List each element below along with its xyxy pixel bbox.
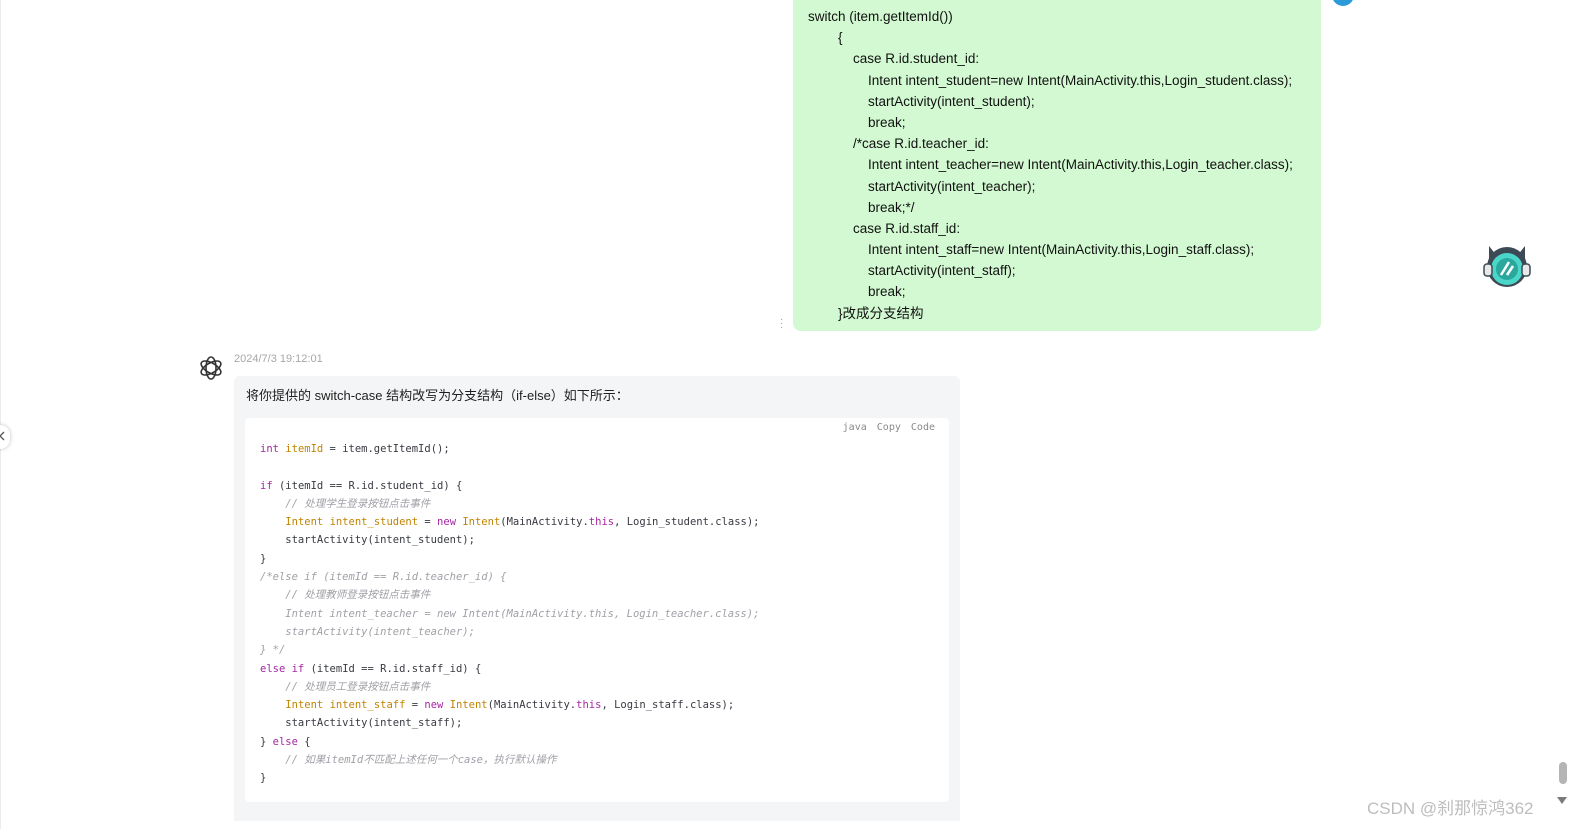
user-message-line: startActivity(intent_staff); bbox=[808, 263, 1016, 279]
code-line: int itemId = item.getItemId(); bbox=[260, 443, 450, 455]
user-message-line: startActivity(intent_student); bbox=[808, 93, 1035, 109]
code-line: Intent intent_staff = new Intent(MainAct… bbox=[285, 699, 735, 712]
code-language-label: java bbox=[842, 422, 867, 433]
code-line: Intent intent_student = new Intent(MainA… bbox=[285, 516, 760, 529]
user-message-line: /*case R.id.teacher_id: bbox=[808, 136, 989, 152]
watermark-text: CSDN @刹那惊鸿362 bbox=[1367, 799, 1534, 818]
code-line: startActivity(intent_staff); bbox=[260, 717, 463, 730]
copy-button[interactable]: Copy bbox=[877, 422, 901, 433]
mascot-avatar-icon[interactable] bbox=[1481, 240, 1533, 290]
code-line: } */ bbox=[260, 644, 286, 657]
chatgpt-logo-icon bbox=[200, 356, 222, 380]
code-label: Code bbox=[910, 422, 935, 433]
assistant-intro-text: 将你提供的 switch-case 结构改写为分支结构（if-else）如下所示… bbox=[246, 388, 629, 403]
scrollbar-thumb[interactable] bbox=[1559, 762, 1567, 784]
scroll-down-arrow[interactable] bbox=[1557, 797, 1567, 804]
code-line: startActivity(intent_teacher); bbox=[260, 625, 475, 638]
left-border bbox=[0, 0, 1, 829]
code-line: else if (itemId == R.id.staff_id) { bbox=[260, 662, 482, 675]
code-content: int itemId = item.getItemId(); if (itemI… bbox=[260, 440, 760, 788]
assistant-message-card: 将你提供的 switch-case 结构改写为分支结构（if-else）如下所示… bbox=[234, 376, 960, 821]
user-message-line: { bbox=[808, 30, 843, 46]
code-line: // 处理学生登录按钮点击事件 bbox=[285, 497, 431, 510]
user-message-line: Intent intent_student=new Intent(MainAct… bbox=[808, 72, 1293, 88]
more-dots-icon[interactable]: · · · bbox=[780, 315, 784, 333]
code-line: } bbox=[260, 552, 267, 565]
collapse-arrow-icon bbox=[0, 431, 5, 441]
code-line: } bbox=[260, 772, 267, 785]
code-line: } else { bbox=[260, 735, 311, 748]
code-line: /*else if (itemId == R.id.teacher_id) { bbox=[260, 571, 507, 584]
code-block: java Copy Code int itemId = item.getItem… bbox=[245, 418, 949, 802]
user-message-line: break; bbox=[808, 284, 906, 300]
code-line: Intent intent_teacher = new Intent(MainA… bbox=[260, 607, 760, 620]
user-message-line: switch (item.getItemId()) bbox=[808, 9, 953, 24]
user-message-line: break;*/ bbox=[808, 199, 915, 215]
user-message-line: case R.id.student_id: bbox=[808, 51, 980, 67]
user-message-line: }改成分支结构 bbox=[808, 305, 924, 321]
user-message-line: case R.id.staff_id: bbox=[808, 220, 961, 236]
user-message-line: Intent intent_teacher=new Intent(MainAct… bbox=[808, 157, 1293, 173]
user-message-line: break; bbox=[808, 114, 906, 130]
code-line: if (itemId == R.id.student_id) { bbox=[260, 479, 463, 492]
user-message-line: startActivity(intent_teacher); bbox=[808, 178, 1036, 194]
user-message-bubble: switch (item.getItemId()) { case R.id.st… bbox=[793, 0, 1321, 331]
message-timestamp: 2024/7/3 19:12:01 bbox=[234, 353, 323, 365]
user-message-line: Intent intent_staff=new Intent(MainActiv… bbox=[808, 242, 1255, 258]
sidebar-toggle-button[interactable] bbox=[0, 425, 10, 449]
code-toolbar: java Copy Code bbox=[839, 422, 935, 433]
code-line: startActivity(intent_student); bbox=[260, 534, 475, 547]
code-line: // 处理员工登录按钮点击事件 bbox=[285, 680, 431, 693]
code-line: // 如果itemId不匹配上述任何一个case，执行默认操作 bbox=[285, 754, 557, 767]
code-line: // 处理教师登录按钮点击事件 bbox=[260, 589, 431, 602]
user-avatar bbox=[1332, 0, 1354, 6]
